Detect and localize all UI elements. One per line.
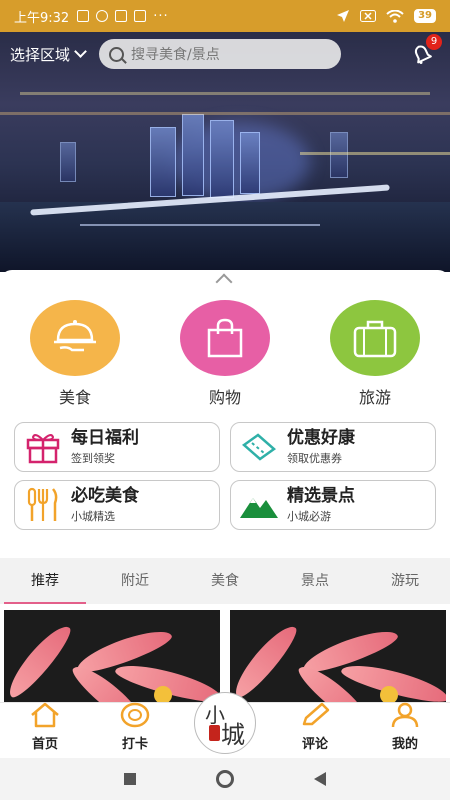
content-tabs: 推荐 附近 美食 景点 游玩 xyxy=(0,558,450,604)
app-logo[interactable]: 小 城 xyxy=(194,692,256,754)
gift-icon xyxy=(15,430,71,464)
top-controls: 选择区域 搜寻美食/景点 9 xyxy=(0,34,450,72)
tab-food[interactable]: 美食 xyxy=(180,558,270,604)
hero-tower xyxy=(240,132,260,194)
feature-title: 必吃美食 xyxy=(71,486,139,506)
nav-review[interactable]: 评论 xyxy=(270,701,360,758)
nav-profile[interactable]: 我的 xyxy=(360,701,450,758)
content-card-image[interactable] xyxy=(4,610,220,702)
category-travel[interactable]: 旅游 xyxy=(328,300,422,408)
notification-button[interactable]: 9 xyxy=(410,34,442,66)
search-placeholder: 搜寻美食/景点 xyxy=(131,47,220,63)
feature-text: 精选景点 小城必游 xyxy=(287,486,355,524)
location-icon xyxy=(337,10,350,22)
tab-recommended[interactable]: 推荐 xyxy=(0,558,90,604)
more-notifications: ··· xyxy=(153,8,169,24)
status-time: 上午9:32 xyxy=(14,10,70,26)
nav-center[interactable]: 小 城 xyxy=(180,692,270,758)
hero-tower xyxy=(210,120,234,198)
nav-label: 评论 xyxy=(301,737,328,752)
mountain-icon xyxy=(231,490,287,520)
feature-text: 优惠好康 领取优惠券 xyxy=(287,428,355,466)
checkin-icon xyxy=(120,701,150,729)
nav-label: 我的 xyxy=(391,737,418,752)
battery-indicator: 39 xyxy=(414,9,436,23)
feature-subtitle: 小城必游 xyxy=(287,510,331,523)
flower-petal xyxy=(4,619,77,702)
home-button-icon[interactable] xyxy=(216,770,234,788)
recent-apps-icon[interactable] xyxy=(124,773,136,785)
food-cloche-icon xyxy=(30,300,120,376)
utensils-icon xyxy=(15,487,71,523)
feature-subtitle: 小城精选 xyxy=(71,510,115,523)
chevron-down-icon xyxy=(74,45,87,58)
message-icon xyxy=(96,10,109,22)
feature-text: 每日福利 签到领奖 xyxy=(71,428,139,466)
category-label: 购物 xyxy=(208,388,241,407)
feature-title: 精选景点 xyxy=(287,486,355,506)
nav-home[interactable]: 首页 xyxy=(0,701,90,758)
feature-subtitle: 领取优惠券 xyxy=(287,452,342,465)
trash-icon xyxy=(77,10,90,22)
search-icon xyxy=(109,46,125,62)
feature-subtitle: 签到领奖 xyxy=(71,452,115,465)
hero-lights xyxy=(20,92,430,95)
tab-scenic[interactable]: 景点 xyxy=(270,558,360,604)
category-food[interactable]: 美食 xyxy=(28,300,122,408)
hero-lights xyxy=(0,112,450,115)
image-icon xyxy=(134,10,147,22)
hero-tower xyxy=(182,114,204,196)
search-input[interactable]: 搜寻美食/景点 xyxy=(99,39,342,69)
shopping-bag-icon xyxy=(180,300,270,376)
notification-icons: ··· xyxy=(77,9,168,24)
hero-tower xyxy=(60,142,76,182)
tab-nearby[interactable]: 附近 xyxy=(90,558,180,604)
back-icon[interactable] xyxy=(314,772,326,786)
nav-label: 首页 xyxy=(31,737,58,752)
flower-petal xyxy=(230,619,303,702)
user-icon xyxy=(390,701,420,729)
flower-center xyxy=(380,686,398,702)
hero-tower xyxy=(150,127,176,197)
feature-title: 优惠好康 xyxy=(287,428,355,448)
category-label: 旅游 xyxy=(358,388,391,407)
status-right: 39 xyxy=(336,9,436,23)
category-label: 美食 xyxy=(58,388,91,407)
pencil-icon xyxy=(300,701,330,729)
wifi-icon xyxy=(386,9,404,23)
hero-tower xyxy=(330,132,348,178)
signal-off-icon xyxy=(360,10,377,22)
bag-icon xyxy=(115,10,128,22)
logo-seal xyxy=(209,725,220,741)
home-icon xyxy=(30,701,60,729)
content-card-image[interactable] xyxy=(230,610,446,702)
tab-play[interactable]: 游玩 xyxy=(360,558,450,604)
feature-text: 必吃美食 小城精选 xyxy=(71,486,139,524)
region-selector[interactable]: 选择区域 xyxy=(10,44,87,65)
feature-scenic-spots[interactable]: 精选景点 小城必游 xyxy=(230,480,436,530)
hero-reflection xyxy=(80,224,320,226)
region-label: 选择区域 xyxy=(10,45,71,64)
hero-lights xyxy=(300,152,450,155)
nav-checkin[interactable]: 打卡 xyxy=(90,701,180,758)
suitcase-icon xyxy=(330,300,420,376)
system-nav-bar xyxy=(0,758,450,800)
feature-title: 每日福利 xyxy=(71,428,139,448)
feature-daily-benefits[interactable]: 每日福利 签到领奖 xyxy=(14,422,220,472)
feature-coupons[interactable]: 优惠好康 领取优惠券 xyxy=(230,422,436,472)
flower-center xyxy=(154,686,172,702)
feature-must-eat[interactable]: 必吃美食 小城精选 xyxy=(14,480,220,530)
logo-char: 城 xyxy=(221,721,245,749)
nav-label: 打卡 xyxy=(121,737,148,752)
chevron-up-icon[interactable] xyxy=(215,273,233,291)
category-shopping[interactable]: 购物 xyxy=(178,300,272,408)
ticket-icon xyxy=(231,431,287,463)
status-bar: 上午9:32 ··· 39 xyxy=(0,0,450,32)
bottom-nav: 首页 打卡 小 城 评论 我的 xyxy=(0,692,450,758)
notification-badge: 9 xyxy=(426,34,442,50)
